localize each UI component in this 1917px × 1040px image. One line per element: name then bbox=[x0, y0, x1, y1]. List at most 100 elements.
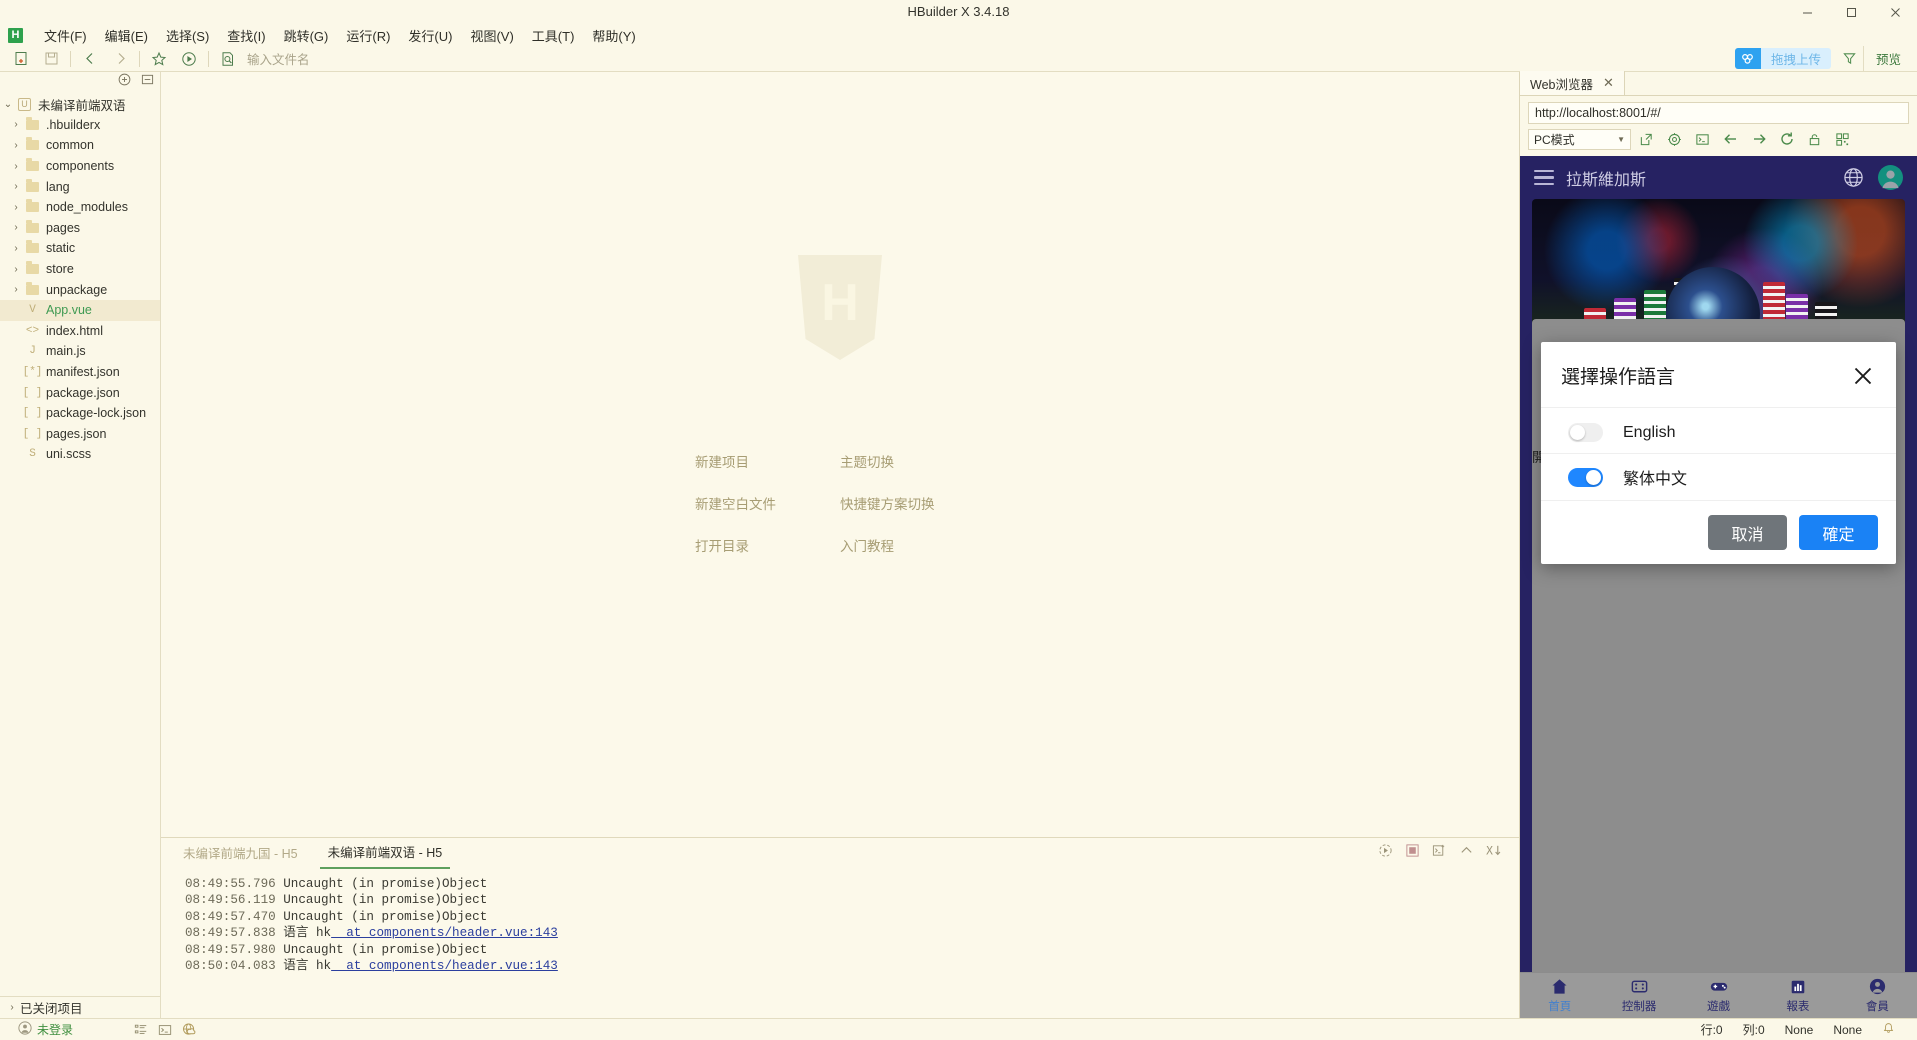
terminal-icon[interactable] bbox=[153, 1023, 177, 1037]
open-external-icon[interactable] bbox=[1634, 128, 1659, 150]
maximize-button[interactable] bbox=[1829, 0, 1873, 24]
tree-item-unpackage[interactable]: › unpackage bbox=[0, 279, 160, 300]
encoding-label[interactable]: None bbox=[1785, 1023, 1814, 1037]
tab-controller[interactable]: 控制器 bbox=[1599, 978, 1678, 1014]
welcome-link-theme-switch[interactable]: 主题切换 bbox=[840, 451, 985, 471]
console-collapse-icon[interactable] bbox=[1459, 843, 1474, 863]
menu-item-file[interactable]: 文件(F) bbox=[35, 24, 96, 47]
cloud-globe-icon[interactable] bbox=[177, 1022, 201, 1037]
tab-games[interactable]: 遊戲 bbox=[1679, 978, 1758, 1014]
filename-input[interactable]: 输入文件名 bbox=[247, 49, 310, 68]
console-tab-0[interactable]: 未编译前端九国 - H5 bbox=[175, 838, 306, 868]
tab-home[interactable]: 首頁 bbox=[1520, 978, 1599, 1014]
login-status[interactable]: 未登录 bbox=[18, 1021, 73, 1038]
tree-item-components[interactable]: › components bbox=[0, 156, 160, 177]
run-icon[interactable] bbox=[174, 47, 204, 71]
tree-item-static[interactable]: › static bbox=[0, 238, 160, 259]
chevron-right-icon[interactable]: › bbox=[8, 119, 24, 130]
avatar[interactable] bbox=[1878, 165, 1903, 190]
chevron-right-icon[interactable]: › bbox=[8, 222, 24, 233]
menu-item-publish[interactable]: 发行(U) bbox=[399, 24, 461, 47]
add-project-icon[interactable] bbox=[118, 73, 131, 91]
closed-projects-row[interactable]: › 已关闭项目 bbox=[0, 996, 160, 1018]
tree-item-app-vue[interactable]: V App.vue bbox=[0, 299, 160, 321]
tree-item-manifest-json[interactable]: [*] manifest.json bbox=[0, 362, 160, 383]
forward-icon[interactable] bbox=[105, 47, 135, 71]
tree-item-node-modules[interactable]: › node_modules bbox=[0, 197, 160, 218]
close-icon[interactable] bbox=[1850, 363, 1876, 389]
preview-button[interactable]: 预览 bbox=[1862, 45, 1913, 72]
outline-icon[interactable] bbox=[129, 1023, 153, 1037]
tree-item-index-html[interactable]: <> index.html bbox=[0, 321, 160, 342]
tab-member[interactable]: 會員 bbox=[1838, 978, 1917, 1014]
browser-forward-icon[interactable] bbox=[1746, 128, 1771, 150]
browser-tab[interactable]: Web浏览器 ✕ bbox=[1520, 71, 1625, 95]
menu-item-run[interactable]: 运行(R) bbox=[337, 24, 399, 47]
menu-item-view[interactable]: 视图(V) bbox=[461, 24, 522, 47]
toggle-chinese[interactable] bbox=[1568, 467, 1603, 487]
minimize-button[interactable] bbox=[1785, 0, 1829, 24]
search-file-icon[interactable] bbox=[213, 47, 243, 71]
toggle-english[interactable] bbox=[1568, 423, 1603, 442]
tree-item-uni-scss[interactable]: Suni.scss bbox=[0, 444, 160, 465]
console-stop-icon[interactable] bbox=[1405, 843, 1420, 863]
chevron-right-icon[interactable]: › bbox=[8, 264, 24, 275]
back-icon[interactable] bbox=[75, 47, 105, 71]
log-source-link[interactable]: at components/header.vue:143 bbox=[331, 959, 558, 973]
tab-reports[interactable]: 報表 bbox=[1758, 978, 1837, 1014]
console-clear-icon[interactable]: X bbox=[1486, 843, 1503, 863]
menu-item-tools[interactable]: 工具(T) bbox=[523, 24, 584, 47]
chevron-right-icon[interactable]: › bbox=[8, 243, 24, 254]
settings-gear-icon[interactable] bbox=[1662, 128, 1687, 150]
welcome-link-new-file[interactable]: 新建空白文件 bbox=[695, 493, 840, 513]
language-mode-label[interactable]: None bbox=[1833, 1023, 1862, 1037]
tree-item-main-js[interactable]: Jmain.js bbox=[0, 341, 160, 362]
language-option-chinese[interactable]: 繁体中文 bbox=[1541, 454, 1896, 500]
tree-item-package-lock-json[interactable]: [ ] package-lock.json bbox=[0, 403, 160, 424]
collapse-all-icon[interactable] bbox=[141, 73, 154, 91]
tree-item-common[interactable]: › common bbox=[0, 135, 160, 156]
welcome-link-tutorial[interactable]: 入门教程 bbox=[840, 535, 985, 555]
chevron-right-icon[interactable]: › bbox=[8, 140, 24, 151]
menu-item-goto[interactable]: 跳转(G) bbox=[275, 24, 338, 47]
qrcode-icon[interactable] bbox=[1830, 128, 1855, 150]
chevron-down-icon[interactable]: ⌄ bbox=[0, 99, 16, 110]
welcome-link-open-dir[interactable]: 打开目录 bbox=[695, 535, 840, 555]
tree-item--hbuilderx[interactable]: › .hbuilderx bbox=[0, 115, 160, 136]
lock-icon[interactable] bbox=[1802, 128, 1827, 150]
new-file-icon[interactable] bbox=[6, 47, 36, 71]
close-button[interactable] bbox=[1873, 0, 1917, 24]
save-icon[interactable] bbox=[36, 47, 66, 71]
close-icon[interactable]: ✕ bbox=[1603, 75, 1614, 91]
devtools-console-icon[interactable] bbox=[1690, 128, 1715, 150]
chevron-right-icon[interactable]: › bbox=[8, 161, 24, 172]
favorite-star-icon[interactable] bbox=[144, 47, 174, 71]
drag-upload-button[interactable]: 拖拽上传 bbox=[1734, 48, 1831, 69]
menu-item-edit[interactable]: 编辑(E) bbox=[96, 24, 157, 47]
welcome-link-keymap-switch[interactable]: 快捷键方案切换 bbox=[840, 493, 985, 513]
console-tab-1[interactable]: 未编译前端双语 - H5 bbox=[319, 837, 451, 869]
console-run-icon[interactable] bbox=[1378, 843, 1393, 863]
tree-item-package-json[interactable]: [ ] package.json bbox=[0, 382, 160, 403]
tree-project-root[interactable]: ⌄ U 未编译前端双语 bbox=[0, 94, 160, 115]
log-source-link[interactable]: at components/header.vue:143 bbox=[331, 926, 558, 940]
browser-back-icon[interactable] bbox=[1718, 128, 1743, 150]
globe-language-icon[interactable] bbox=[1843, 167, 1864, 188]
url-input[interactable] bbox=[1528, 102, 1909, 124]
tree-item-lang[interactable]: › lang bbox=[0, 176, 160, 197]
console-new-terminal-icon[interactable] bbox=[1432, 843, 1447, 863]
tree-item-pages[interactable]: › pages bbox=[0, 218, 160, 239]
menu-item-select[interactable]: 选择(S) bbox=[157, 24, 218, 47]
hamburger-menu-icon[interactable] bbox=[1534, 169, 1554, 186]
chevron-right-icon[interactable]: › bbox=[8, 202, 24, 213]
menu-item-help[interactable]: 帮助(Y) bbox=[583, 24, 644, 47]
notification-bell-icon[interactable] bbox=[1882, 1022, 1895, 1038]
language-option-english[interactable]: English bbox=[1541, 412, 1896, 454]
cancel-button[interactable]: 取消 bbox=[1708, 515, 1787, 550]
welcome-link-new-project[interactable]: 新建项目 bbox=[695, 451, 840, 471]
confirm-button[interactable]: 確定 bbox=[1799, 515, 1878, 550]
menu-item-find[interactable]: 查找(I) bbox=[218, 24, 274, 47]
filter-icon[interactable] bbox=[1837, 47, 1863, 71]
chevron-right-icon[interactable]: › bbox=[8, 181, 24, 192]
device-mode-select[interactable]: PC模式 ▼ bbox=[1528, 128, 1631, 150]
